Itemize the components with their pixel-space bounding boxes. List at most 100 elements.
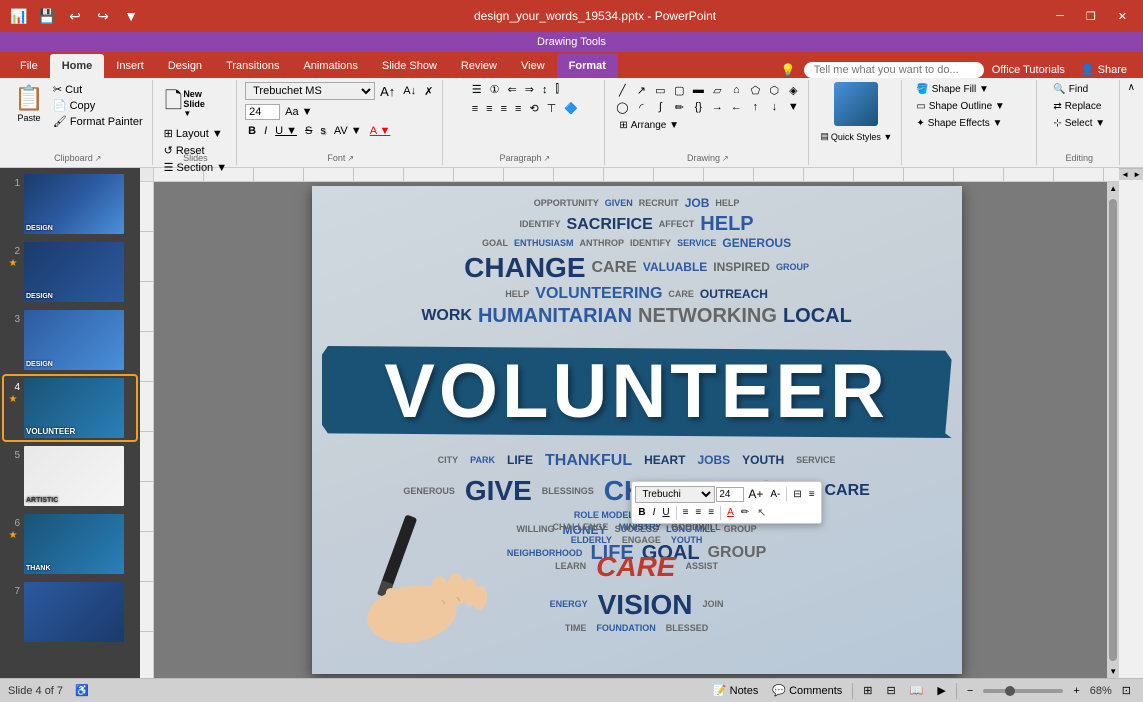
- mini-align-left[interactable]: ≡: [680, 505, 692, 520]
- drawing-expand[interactable]: ↗: [722, 154, 729, 163]
- quick-styles-button[interactable]: ▤ Quick Styles ▼: [817, 130, 895, 143]
- slide-thumb-5[interactable]: 5 ARTISTIC: [4, 444, 136, 508]
- copy-button[interactable]: 📄 Copy: [50, 98, 146, 113]
- clear-formatting-button[interactable]: ✗: [421, 84, 436, 99]
- bullet-list-button[interactable]: ☰: [469, 82, 485, 97]
- mini-underline-button[interactable]: U: [659, 505, 672, 520]
- mini-font-size[interactable]: [716, 487, 744, 502]
- replace-button[interactable]: ⇄ Replace: [1045, 99, 1109, 114]
- shape-misc[interactable]: ◈: [784, 82, 802, 98]
- shape-arrow-d[interactable]: ↓: [765, 99, 783, 115]
- slide-thumb-6[interactable]: 6 ★ THANK: [4, 512, 136, 576]
- shape-rect[interactable]: ▭: [651, 82, 669, 98]
- save-button[interactable]: 💾: [36, 5, 58, 27]
- paragraph-expand[interactable]: ↗: [544, 154, 551, 163]
- slideshow-button[interactable]: ▶: [933, 683, 949, 698]
- font-name-select[interactable]: Trebuchet MS: [245, 82, 375, 100]
- tell-me-input[interactable]: [804, 62, 984, 78]
- scrollbar-vertical[interactable]: ▲ ▼: [1107, 182, 1119, 678]
- change-case-button[interactable]: Aa ▼: [282, 105, 315, 119]
- shape-outline-button[interactable]: ▭ Shape Outline ▼: [910, 99, 1030, 114]
- tab-view[interactable]: View: [509, 54, 557, 78]
- shape-connector[interactable]: ↗: [632, 82, 650, 98]
- shape-more[interactable]: ▼: [784, 99, 802, 115]
- char-spacing-button[interactable]: AV ▼: [331, 124, 365, 138]
- slide-sorter-button[interactable]: ⊟: [882, 683, 899, 698]
- increase-indent-button[interactable]: ⇒: [522, 82, 537, 97]
- tab-format[interactable]: Format: [557, 54, 618, 78]
- numbered-list-button[interactable]: ①: [487, 82, 503, 97]
- mini-bold-button[interactable]: B: [635, 505, 648, 520]
- mini-highlight-button[interactable]: ✏: [738, 505, 752, 520]
- decrease-font-size-button[interactable]: A↓: [400, 84, 419, 98]
- collapse-ribbon-button[interactable]: ∧: [1124, 80, 1139, 95]
- customize-qat-button[interactable]: ▼: [120, 5, 142, 27]
- scrollbar-horizontal[interactable]: ◄ ►: [1119, 168, 1143, 180]
- share-button[interactable]: 👤 Share: [1073, 61, 1135, 78]
- mini-grow-font[interactable]: A+: [745, 485, 766, 503]
- mini-font-select[interactable]: Trebuchi: [635, 486, 715, 503]
- restore-button[interactable]: ❒: [1078, 8, 1104, 25]
- format-painter-button[interactable]: 🖌 Format Painter: [50, 114, 146, 129]
- zoom-in-button[interactable]: +: [1069, 684, 1083, 698]
- tab-file[interactable]: File: [8, 54, 50, 78]
- decrease-indent-button[interactable]: ⇐: [505, 82, 520, 97]
- slide-thumb-7[interactable]: 7: [4, 580, 136, 644]
- paste-button[interactable]: 📋 Paste: [10, 82, 48, 125]
- mini-align-center[interactable]: ≡: [692, 505, 704, 520]
- line-spacing-button[interactable]: ↕: [539, 83, 551, 97]
- shape-curve[interactable]: ∫: [651, 99, 669, 115]
- align-left-button[interactable]: ≡: [469, 102, 481, 116]
- shape-ellipse[interactable]: ◯: [613, 99, 631, 115]
- scroll-down-arrow[interactable]: ▼: [1107, 665, 1119, 678]
- shape-pentagon[interactable]: ⬠: [746, 82, 764, 98]
- align-center-button[interactable]: ≡: [483, 102, 495, 116]
- tab-insert[interactable]: Insert: [104, 54, 156, 78]
- shape-arrow-u[interactable]: ↑: [746, 99, 764, 115]
- scroll-left-arrow[interactable]: ◄: [1121, 170, 1129, 179]
- shape-arc[interactable]: ◜: [632, 99, 650, 115]
- tab-animations[interactable]: Animations: [291, 54, 369, 78]
- shape-fill-button[interactable]: 🪣 Shape Fill ▼: [910, 82, 1030, 97]
- align-right-button[interactable]: ≡: [498, 102, 510, 116]
- mini-list-btn[interactable]: ≡: [806, 487, 818, 502]
- minimize-button[interactable]: ─: [1048, 8, 1072, 24]
- cut-button[interactable]: ✂ Cut: [50, 82, 146, 97]
- convert-smartart-button[interactable]: 🔷: [561, 101, 581, 116]
- mini-align-right[interactable]: ≡: [705, 505, 717, 520]
- underline-button[interactable]: U ▼: [272, 124, 300, 138]
- font-expand[interactable]: ↗: [347, 154, 354, 163]
- office-tutorials-link[interactable]: Office Tutorials: [992, 64, 1065, 76]
- select-button[interactable]: ⊹ Select ▼: [1045, 116, 1113, 131]
- fit-slide-button[interactable]: ⊡: [1118, 683, 1135, 698]
- slide-thumb-1[interactable]: 1 DESIGN: [4, 172, 136, 236]
- tab-review[interactable]: Review: [449, 54, 509, 78]
- scroll-thumb-v[interactable]: [1109, 199, 1117, 661]
- shape-effects-button[interactable]: ✦ Shape Effects ▼: [910, 116, 1030, 131]
- clipboard-expand[interactable]: ↗: [95, 154, 102, 163]
- shape-line[interactable]: ╱: [613, 82, 631, 98]
- mini-shrink-font[interactable]: A-: [767, 487, 783, 502]
- tab-home[interactable]: Home: [50, 54, 105, 78]
- arrange-button[interactable]: ⊞ Arrange ▼: [613, 118, 685, 133]
- undo-button[interactable]: ↩: [64, 5, 86, 27]
- shape-rounded[interactable]: ▢: [670, 82, 688, 98]
- shape-brace[interactable]: {}: [689, 99, 707, 115]
- align-text-button[interactable]: ⊤: [544, 101, 560, 116]
- justify-button[interactable]: ≡: [512, 102, 524, 116]
- shape-arrow-r[interactable]: →: [708, 99, 726, 115]
- app-icon[interactable]: 📊: [8, 5, 30, 27]
- font-color-button[interactable]: A ▼: [367, 124, 394, 138]
- shape-trapezoid[interactable]: ⌂: [727, 82, 745, 98]
- slide-canvas[interactable]: OPPORTUNITY GIVEN RECRUIT JOB HELP IDENT…: [312, 186, 962, 674]
- increase-font-size-button[interactable]: A↑: [377, 83, 398, 100]
- tab-transitions[interactable]: Transitions: [214, 54, 291, 78]
- scroll-up-arrow[interactable]: ▲: [1107, 182, 1119, 195]
- new-slide-button[interactable]: 🗋 New Slide ▼: [161, 82, 209, 124]
- mini-italic-button[interactable]: I: [650, 505, 659, 520]
- layout-button[interactable]: ⊞ Layout ▼: [161, 126, 226, 141]
- font-size-input[interactable]: [245, 104, 280, 120]
- columns-button[interactable]: ⫿: [552, 82, 562, 97]
- shape-parallelogram[interactable]: ▱: [708, 82, 726, 98]
- strikethrough-button[interactable]: S: [302, 124, 315, 138]
